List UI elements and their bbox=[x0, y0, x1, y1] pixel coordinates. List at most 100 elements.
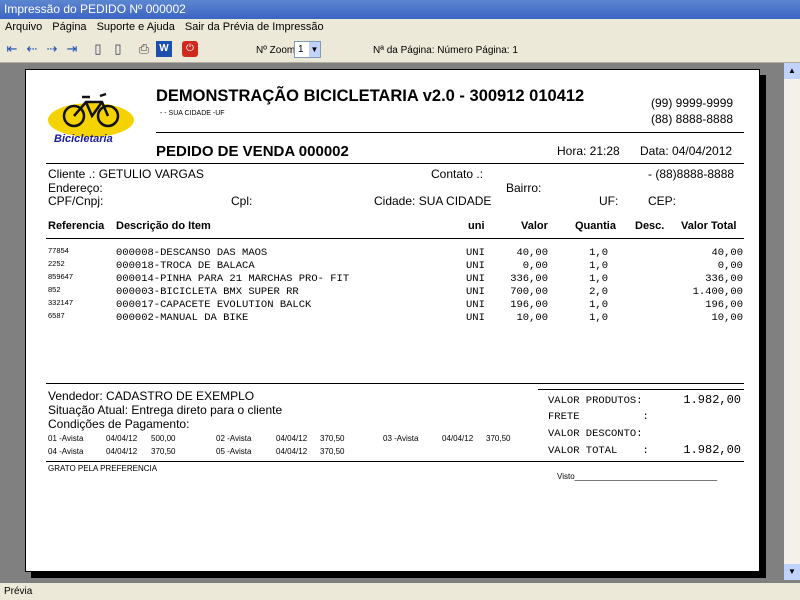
status-text: Prévia bbox=[4, 586, 33, 597]
salesperson: Vendedor: CADASTRO DE EXEMPLO bbox=[48, 389, 255, 403]
col-uni: uni bbox=[468, 220, 485, 232]
item-qtd: 1,0 bbox=[589, 247, 608, 259]
word-icon[interactable]: W bbox=[156, 41, 172, 57]
item-uni: UNI bbox=[466, 299, 485, 311]
payment-value: 370,50 bbox=[151, 447, 176, 456]
payment-value: 370,50 bbox=[320, 434, 345, 443]
item-ref: 859647 bbox=[48, 272, 74, 281]
address-label: Endereço: bbox=[48, 181, 103, 195]
grand-total-value: 1.982,00 bbox=[683, 443, 741, 457]
order-date: Data: 04/04/2012 bbox=[640, 144, 733, 158]
item-desc: 000017-CAPACETE EVOLUTION BALCK bbox=[116, 299, 312, 311]
item-total: 336,00 bbox=[705, 273, 743, 285]
item-qtd: 2,0 bbox=[589, 286, 608, 298]
item-qtd: 1,0 bbox=[589, 273, 608, 285]
payment-date: 04/04/12 bbox=[106, 434, 138, 443]
client-name: Cliente .: GETULIO VARGAS bbox=[48, 167, 204, 181]
company-name: DEMONSTRAÇÃO BICICLETARIA v2.0 - 300912 … bbox=[156, 87, 585, 105]
discount-label: VALOR DESCONTO: bbox=[548, 428, 643, 440]
two-pages-icon[interactable]: ▯ bbox=[110, 41, 126, 57]
item-ref: 332147 bbox=[48, 298, 74, 307]
item-desc: 000003-BICICLETA BMX SUPER RR bbox=[116, 286, 299, 298]
vertical-scrollbar[interactable]: ▲ ▼ bbox=[784, 63, 800, 580]
scroll-up-icon[interactable]: ▲ bbox=[784, 63, 800, 79]
item-uni: UNI bbox=[466, 260, 485, 272]
columns-divider bbox=[46, 238, 744, 239]
item-desc: 000014-PINHA PARA 21 MARCHAS PRO- FIT bbox=[116, 273, 350, 285]
payment-date: 04/04/12 bbox=[442, 434, 474, 443]
item-uni: UNI bbox=[466, 247, 485, 259]
page-icon[interactable]: ▯ bbox=[90, 41, 106, 57]
table-row: 859647 000014-PINHA PARA 21 MARCHAS PRO-… bbox=[26, 272, 761, 285]
report-page: Bicicletaria DEMONSTRAÇÃO BICICLETARIA v… bbox=[25, 69, 760, 572]
payment-label: 02 -Avista bbox=[216, 434, 252, 443]
next-page-icon[interactable]: ⇢ bbox=[44, 41, 60, 57]
toolbar: ⇤ ⇠ ⇢ ⇥ ▯ ▯ ⎙ W ⏻ Nº Zoom 1 ▼ Nª da Págin… bbox=[0, 35, 800, 63]
title-divider bbox=[46, 163, 744, 164]
payment-date: 04/04/12 bbox=[106, 447, 138, 456]
col-descricao: Descrição do Item bbox=[116, 220, 211, 232]
page-number-label: Nª da Página: Número Página: 1 bbox=[373, 45, 518, 56]
client-phone: - (88)8888-8888 bbox=[648, 167, 735, 181]
item-valor: 40,00 bbox=[516, 247, 548, 259]
contact-label: Contato .: bbox=[431, 167, 484, 181]
payment-value: 370,50 bbox=[486, 434, 511, 443]
phone-1: (99) 9999-9999 bbox=[651, 96, 734, 110]
col-valor: Valor bbox=[521, 220, 548, 232]
menu-pagina[interactable]: Página bbox=[47, 19, 91, 35]
payment-value: 500,00 bbox=[151, 434, 176, 443]
item-total: 196,00 bbox=[705, 299, 743, 311]
item-qtd: 1,0 bbox=[589, 312, 608, 324]
city-label: Cidade: SUA CIDADE bbox=[374, 194, 492, 208]
item-qtd: 1,0 bbox=[589, 260, 608, 272]
item-desc: 000018-TROCA DE BALACA bbox=[116, 260, 255, 272]
last-page-icon[interactable]: ⇥ bbox=[64, 41, 80, 57]
table-row: 77854 000008-DESCANSO DAS MAOS UNI 40,00… bbox=[26, 246, 761, 259]
first-page-icon[interactable]: ⇤ bbox=[4, 41, 20, 57]
window-title: Impressão do PEDIDO Nº 000002 bbox=[4, 2, 186, 16]
power-icon[interactable]: ⏻ bbox=[182, 41, 198, 57]
visto-signature-line: Visto________________________________ bbox=[557, 472, 718, 481]
order-time: Hora: 21:28 bbox=[557, 144, 620, 158]
item-ref: 2252 bbox=[48, 259, 65, 268]
menu-sair[interactable]: Sair da Prévia de Impressão bbox=[180, 19, 329, 35]
item-total: 40,00 bbox=[711, 247, 743, 259]
menu-bar: Arquivo Página Suporte e Ajuda Sair da P… bbox=[0, 19, 800, 35]
zoom-select[interactable]: 1 ▼ bbox=[294, 41, 321, 58]
menu-arquivo[interactable]: Arquivo bbox=[0, 19, 47, 35]
item-ref: 6587 bbox=[48, 311, 65, 320]
company-city: - - SUA CIDADE -UF bbox=[160, 110, 225, 117]
scroll-down-icon[interactable]: ▼ bbox=[784, 564, 800, 580]
item-desc: 000002-MANUAL DA BIKE bbox=[116, 312, 249, 324]
menu-suporte[interactable]: Suporte e Ajuda bbox=[92, 19, 180, 35]
print-icon[interactable]: ⎙ bbox=[136, 41, 152, 57]
title-bar: Impressão do PEDIDO Nº 000002 bbox=[0, 0, 800, 19]
order-status: Situação Atual: Entrega direto para o cl… bbox=[48, 403, 283, 417]
payment-date: 04/04/12 bbox=[276, 434, 308, 443]
item-valor: 0,00 bbox=[522, 260, 548, 272]
item-ref: 77854 bbox=[48, 246, 69, 255]
status-bar: Prévia bbox=[0, 583, 800, 600]
item-qtd: 1,0 bbox=[589, 299, 608, 311]
payment-label: 05 -Avista bbox=[216, 447, 252, 456]
neighborhood-label: Bairro: bbox=[506, 181, 542, 195]
payment-value: 370,50 bbox=[320, 447, 345, 456]
payment-terms-label: Condições de Pagamento: bbox=[48, 417, 190, 431]
table-row: 6587 000002-MANUAL DA BIKE UNI 10,00 1,0… bbox=[26, 311, 761, 324]
item-valor: 10,00 bbox=[516, 312, 548, 324]
col-quantia: Quantia bbox=[575, 220, 616, 232]
cep-label: CEP: bbox=[648, 194, 677, 208]
complement-label: Cpl: bbox=[231, 194, 253, 208]
footer-divider bbox=[46, 383, 744, 384]
item-valor: 336,00 bbox=[510, 273, 548, 285]
table-row: 2252 000018-TROCA DE BALACA UNI 0,00 1,0… bbox=[26, 259, 761, 272]
table-row: 852 000003-BICICLETA BMX SUPER RR UNI 70… bbox=[26, 285, 761, 298]
cpf-label: CPF/Cnpj: bbox=[48, 194, 104, 208]
chevron-down-icon[interactable]: ▼ bbox=[309, 42, 320, 57]
products-total-value: 1.982,00 bbox=[683, 393, 741, 407]
col-valor-total: Valor Total bbox=[681, 220, 737, 232]
zoom-label: Nº Zoom bbox=[256, 45, 296, 56]
prev-page-icon[interactable]: ⇠ bbox=[24, 41, 40, 57]
thank-you-note: GRATO PELA PREFERENCIA bbox=[48, 464, 158, 473]
item-valor: 700,00 bbox=[510, 286, 548, 298]
